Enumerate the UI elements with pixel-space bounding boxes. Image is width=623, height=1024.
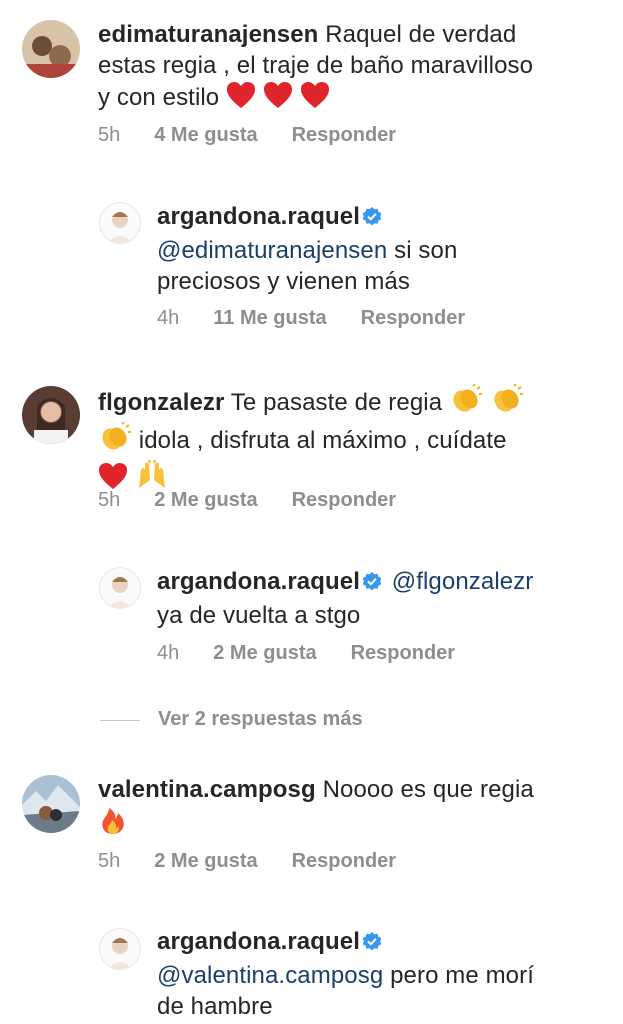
verified-badge-icon — [362, 569, 382, 600]
comment-time: 5h — [98, 489, 121, 511]
comment-username[interactable]: edimaturanajensen — [98, 21, 318, 48]
comment-body: pero me morí — [390, 962, 534, 989]
comment-meta: 5h 2 Me gusta Responder — [98, 489, 430, 512]
comment-meta: 4h 11 Me gusta Responder — [157, 307, 499, 330]
reply-button[interactable]: Responder — [292, 124, 396, 146]
likes-count[interactable]: 2 Me gusta — [154, 489, 257, 511]
comment-meta: 4h 2 Me gusta Responder — [157, 642, 489, 665]
comment-body: estas regia , el traje de baño maravillo… — [98, 52, 534, 79]
view-more-replies-button[interactable]: Ver 2 respuestas más — [158, 708, 363, 731]
avatar[interactable] — [22, 20, 80, 78]
comment-body: si son — [394, 237, 458, 264]
comment-text: valentina.camposg Noooo es que regia — [98, 774, 608, 843]
heart-emoji-icon — [300, 81, 330, 117]
comment-text: argandona.raquel @flgonzalezr ya de vuel… — [157, 566, 607, 631]
clapping-hands-emoji-icon — [449, 383, 483, 422]
comment-username[interactable]: flgonzalezr — [98, 389, 224, 416]
comment-meta: 5h 2 Me gusta Responder — [98, 850, 430, 873]
comment-body: idola , disfruta al máximo , cuídate — [138, 427, 507, 454]
comment-body: preciosos y vienen más — [157, 268, 410, 295]
fire-emoji-icon — [98, 805, 128, 843]
comment-time: 5h — [98, 124, 121, 146]
avatar[interactable] — [99, 928, 141, 970]
verified-badge-icon — [362, 204, 382, 235]
comment-body: Raquel de verdad — [325, 21, 517, 48]
likes-count[interactable]: 2 Me gusta — [154, 850, 257, 872]
replies-divider — [100, 720, 140, 721]
reply-button[interactable]: Responder — [292, 850, 396, 872]
reply-button[interactable]: Responder — [292, 489, 396, 511]
avatar[interactable] — [22, 386, 80, 444]
comment-body: Te pasaste de regia — [230, 389, 443, 416]
comment-text: argandona.raquel @valentina.camposg pero… — [157, 926, 607, 1022]
reply-button[interactable]: Responder — [361, 307, 465, 329]
comment-text: edimaturanajensen Raquel de verdad estas… — [98, 19, 608, 117]
likes-count[interactable]: 4 Me gusta — [154, 124, 257, 146]
comment-time: 4h — [157, 307, 180, 329]
avatar[interactable] — [99, 202, 141, 244]
mention-link[interactable]: @flgonzalezr — [392, 568, 534, 595]
comment-username[interactable]: valentina.camposg — [98, 776, 316, 803]
comment-username[interactable]: argandona.raquel — [157, 928, 360, 955]
comment-username[interactable]: argandona.raquel — [157, 203, 360, 230]
comment-body: ya de vuelta a stgo — [157, 602, 361, 629]
comment-time: 4h — [157, 642, 180, 664]
mention-link[interactable]: @edimaturanajensen — [157, 237, 387, 264]
likes-count[interactable]: 2 Me gusta — [213, 642, 316, 664]
avatar[interactable] — [22, 775, 80, 833]
reply-button[interactable]: Responder — [351, 642, 455, 664]
comment-body: de hambre — [157, 993, 273, 1020]
comment-time: 5h — [98, 850, 121, 872]
comment-meta: 5h 4 Me gusta Responder — [98, 124, 430, 147]
clapping-hands-emoji-icon — [98, 421, 132, 460]
clapping-hands-emoji-icon — [490, 383, 524, 422]
heart-emoji-icon — [263, 81, 293, 117]
comment-body: Noooo es que regia — [322, 776, 534, 803]
verified-badge-icon — [362, 929, 382, 960]
comment-body: y con estilo — [98, 84, 220, 111]
comment-username[interactable]: argandona.raquel — [157, 568, 360, 595]
comment-text: flgonzalezr Te pasaste de regia idola , … — [98, 383, 608, 498]
heart-emoji-icon — [226, 81, 256, 117]
mention-link[interactable]: @valentina.camposg — [157, 962, 383, 989]
avatar[interactable] — [99, 567, 141, 609]
likes-count[interactable]: 11 Me gusta — [213, 307, 326, 329]
comment-text: argandona.raquel @edimaturanajensen si s… — [157, 201, 607, 297]
